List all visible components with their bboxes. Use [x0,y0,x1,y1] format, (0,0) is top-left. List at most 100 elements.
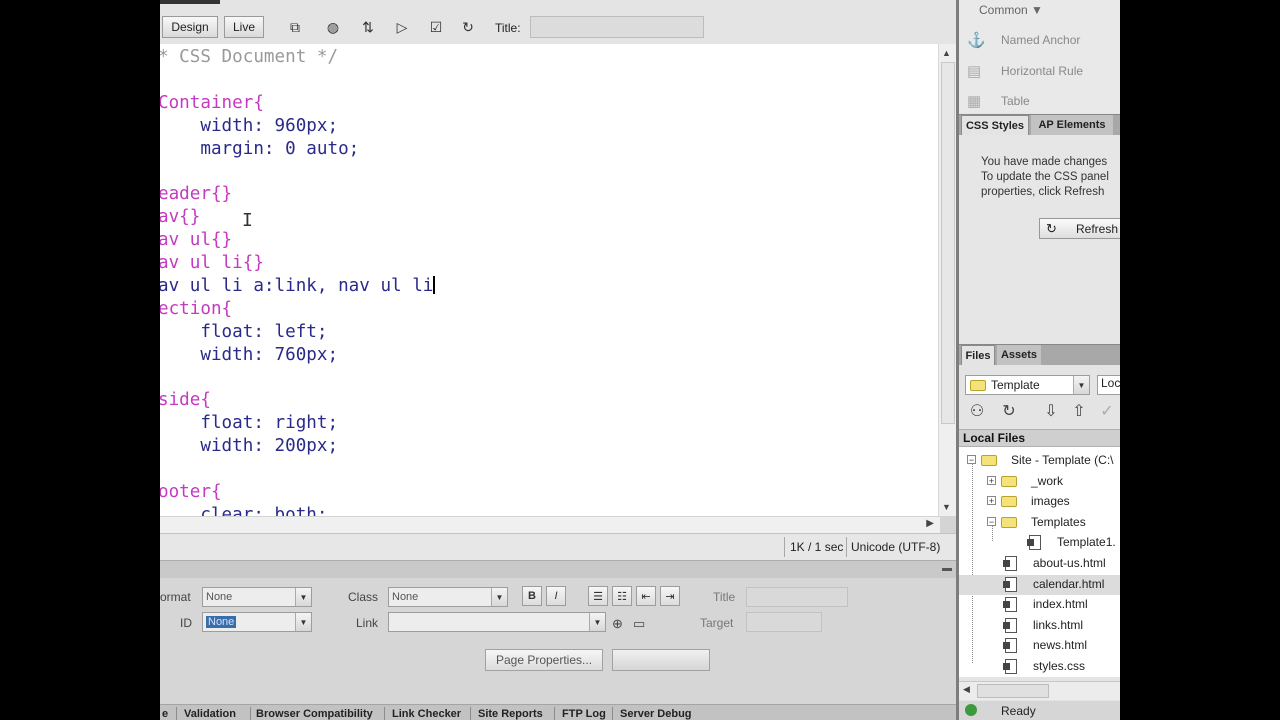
insert-named-anchor[interactable]: ⚓ Named Anchor [964,31,1114,51]
file-item[interactable]: about-us.html [959,554,1120,574]
file-management-icon[interactable]: ⇅ [357,17,379,37]
scroll-right-icon[interactable]: ▶ [926,518,934,529]
scroll-up-icon[interactable]: ▲ [942,48,951,58]
code-line[interactable]: Container{ [160,92,435,115]
horizontal-scrollbar[interactable]: ▶ [160,516,940,534]
expand-icon[interactable]: + [987,496,996,506]
tab-site-reports[interactable]: Site Reports [478,708,543,720]
code-line[interactable]: margin: 0 auto; [160,138,435,161]
site-root[interactable]: − Site - Template (C:\ [959,451,1120,471]
file-item[interactable]: news.html [959,636,1120,656]
tab-files[interactable]: Files [961,345,995,365]
multiscreen-icon[interactable]: ⧉ [284,17,306,37]
folder-item[interactable]: + _work [959,472,1120,492]
properties-panel-header[interactable]: ▬ [160,560,956,579]
code-line[interactable] [160,458,435,481]
tab-validation[interactable]: Validation [184,708,236,720]
file-item[interactable]: calendar.html [959,574,1120,595]
chevron-down-icon: ▼ [295,588,311,606]
local-files-header[interactable]: Local Files [959,429,1120,447]
format-select[interactable]: None ▼ [202,587,312,607]
code-line[interactable]: width: 760px; [160,344,435,367]
insert-table[interactable]: ▦ Table [964,92,1114,112]
scroll-thumb[interactable] [941,62,955,424]
design-view-button[interactable]: Design [162,16,218,38]
get-files-icon[interactable]: ⇩ [1041,401,1061,421]
refresh-button[interactable]: ↻ Refresh [1039,218,1120,239]
scroll-thumb[interactable] [977,684,1049,698]
tab-ftp-log[interactable]: FTP Log [562,708,606,720]
tab-assets[interactable]: Assets [997,345,1041,365]
css-styles-panel: You have made changes To update the CSS … [959,135,1120,342]
italic-button[interactable]: I [546,586,566,606]
tab-css-styles[interactable]: CSS Styles [961,115,1029,135]
code-line[interactable] [160,69,435,92]
tab-ap-elements[interactable]: AP Elements [1031,115,1113,135]
folder-item[interactable]: − Templates [959,513,1120,533]
check-browser-icon[interactable]: ☑ [425,17,447,37]
validate-icon[interactable]: ▷ [391,17,413,37]
indent-icon[interactable]: ⇥ [660,586,680,606]
code-line[interactable]: clear: both; [160,504,435,516]
connect-icon[interactable]: ⚇ [967,401,987,421]
scroll-left-icon[interactable]: ◀ [963,684,970,695]
outdent-icon[interactable]: ⇤ [636,586,656,606]
page-properties-button[interactable]: Page Properties... [485,649,603,671]
id-select[interactable]: None ▼ [202,612,312,632]
file-item[interactable]: index.html [959,595,1120,615]
code-editor[interactable]: * CSS Document */ Container{ width: 960px… [160,44,956,516]
browse-folder-icon[interactable]: ▭ [633,616,645,632]
code-line[interactable] [160,366,435,389]
refresh-icon[interactable]: ↻ [999,401,1019,421]
code-line[interactable]: ection{ [160,298,435,321]
unordered-list-icon[interactable]: ☰ [588,586,608,606]
code-line[interactable]: eader{} [160,183,435,206]
code-line[interactable]: av ul{} [160,229,435,252]
status-separator [846,537,847,557]
code-line[interactable]: float: left; [160,321,435,344]
vertical-scrollbar[interactable]: ▲ ▼ [938,44,956,516]
check-out-icon[interactable]: ✓ [1097,401,1117,421]
preview-icon[interactable]: ◍ [322,17,344,37]
code-content[interactable]: * CSS Document */ Container{ width: 960px… [160,46,436,516]
file-item[interactable]: links.html [959,616,1120,636]
code-line[interactable]: ooter{ [160,481,435,504]
code-line[interactable]: width: 960px; [160,115,435,138]
code-line[interactable]: side{ [160,389,435,412]
code-line[interactable] [160,160,435,183]
expand-icon[interactable]: + [987,475,996,485]
insert-horizontal-rule[interactable]: ▤ Horizontal Rule [964,62,1114,82]
tab-browser-compatibility[interactable]: Browser Compatibility [256,708,373,720]
code-line[interactable]: width: 200px; [160,435,435,458]
panel-options-icon[interactable]: ▬ [942,563,952,574]
put-files-icon[interactable]: ⇧ [1069,401,1089,421]
tree-item-label: images [1031,494,1070,509]
collapse-icon[interactable]: − [987,516,996,526]
code-line[interactable]: float: right; [160,412,435,435]
scroll-down-icon[interactable]: ▼ [942,502,951,512]
files-horizontal-scrollbar[interactable]: ◀ [959,681,1120,700]
title-input[interactable] [530,16,704,38]
code-line[interactable]: av ul li{} [160,252,435,275]
class-select[interactable]: None ▼ [388,587,508,607]
refresh-icon[interactable]: ↻ [457,17,479,37]
link-input[interactable]: ▼ [388,612,606,632]
point-to-file-icon[interactable]: ⊕ [612,616,623,632]
code-line[interactable]: * CSS Document */ [160,46,435,69]
folder-item[interactable]: + images [959,492,1120,512]
bold-button[interactable]: B [522,586,542,606]
code-line[interactable]: av ul li a:link, nav ul li [160,275,436,298]
tab-link-checker[interactable]: Link Checker [392,708,461,720]
view-select[interactable]: Loc [1097,375,1120,395]
collapse-icon[interactable]: − [967,455,976,465]
ordered-list-icon[interactable]: ☷ [612,586,632,606]
code-line[interactable]: av{} [160,206,435,229]
tab-server-debug[interactable]: Server Debug [620,708,692,720]
insert-category-select[interactable]: Common ▼ [979,3,1043,17]
file-item[interactable]: styles.css [959,657,1120,677]
live-view-button[interactable]: Live [224,16,264,38]
file-item[interactable]: Template1. [959,533,1120,553]
site-select[interactable]: Template ▼ [965,375,1090,395]
code-token: av ul li{} [160,253,264,274]
tab-search[interactable]: e [162,708,168,720]
